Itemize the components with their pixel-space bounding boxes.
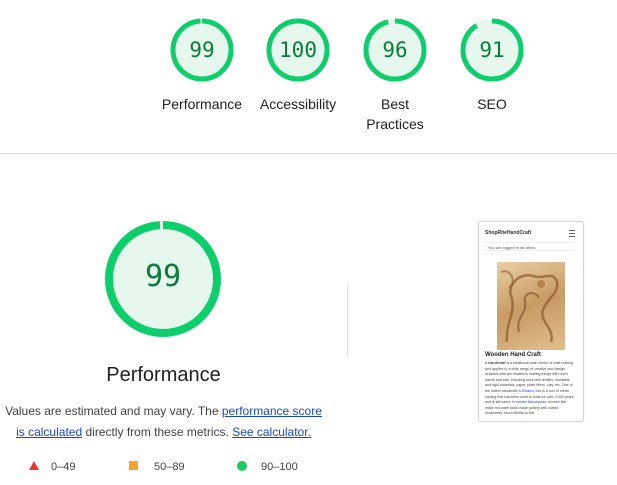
gauge-ring: 99 <box>168 16 236 84</box>
gauge-label: Performance <box>161 96 243 112</box>
gauge-accessibility[interactable]: 100 Accessibility <box>248 16 348 114</box>
final-screenshot-thumbnail[interactable]: ShopRiteHandCraft You are logged in as d… <box>478 221 584 422</box>
gauge-label: Best Practices <box>366 96 424 132</box>
see-calculator-link[interactable]: See calculator. <box>232 425 311 439</box>
average-square-icon <box>129 461 138 470</box>
thumbnail-heading: Wooden Hand Craft <box>485 352 541 358</box>
vertical-divider <box>347 285 348 357</box>
pass-circle-icon <box>237 461 247 471</box>
gauge-ring: 100 <box>264 16 332 84</box>
gauge-performance[interactable]: 99 Performance <box>152 16 252 114</box>
description-text: directly from these metrics. <box>82 425 233 439</box>
hamburger-menu-icon <box>569 230 575 237</box>
body-bold: handicraft <box>488 361 506 365</box>
gauge-label: Accessibility <box>259 96 337 112</box>
wood-carving-image <box>497 262 565 350</box>
gauge-ring: 96 <box>361 16 429 84</box>
gauge-label: SEO <box>477 96 507 112</box>
thumbnail-site-name: ShopRiteHandCraft <box>485 230 532 236</box>
section-divider <box>0 153 617 154</box>
legend-range: 0–49 <box>51 461 76 473</box>
gauge-ring: 91 <box>458 16 526 84</box>
fail-triangle-icon <box>29 461 39 470</box>
legend-range: 50–89 <box>154 461 185 473</box>
carving-pattern <box>500 270 559 343</box>
performance-title: Performance <box>106 364 221 386</box>
description-text: Values are estimated and may vary. The <box>5 404 222 418</box>
gauge-best-practices[interactable]: 96 Best Practices <box>345 16 445 134</box>
body-link: Iranian Baluchistan <box>515 400 547 405</box>
thumbnail-body-text: A handicraft is a traditional main secto… <box>485 361 575 417</box>
gauge-seo[interactable]: 91 SEO <box>442 16 542 114</box>
legend-range: 90–100 <box>261 461 298 473</box>
gauge-score: 100 <box>279 38 317 62</box>
gauge-score: 96 <box>382 38 408 62</box>
gauge-score: 99 <box>189 38 215 62</box>
body-link: Dhokra <box>521 388 534 393</box>
performance-description: Values are estimated and may vary. The p… <box>0 401 327 443</box>
gauge-score: 91 <box>479 38 505 62</box>
performance-gauge: 99 <box>102 218 224 340</box>
thumbnail-login-bar: You are logged in as demo <box>485 242 575 251</box>
performance-score: 99 <box>144 259 182 294</box>
category-scores: 99 Performance 100 Accessibility 96 Best… <box>0 0 617 153</box>
